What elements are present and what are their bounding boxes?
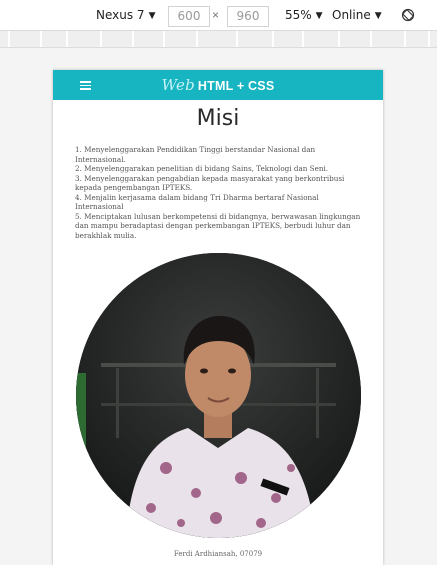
misi-list: 1. Menyelenggarakan Pendidikan Tinggi be… [75,145,365,240]
list-item: 1. Menyelenggarakan Pendidikan Tinggi be… [75,145,316,164]
chevron-down-icon: ▼ [315,11,323,21]
media-query-bar[interactable] [0,30,437,48]
zoom-value: 55% [285,8,312,22]
navbar: Web HTML + CSS [53,70,383,100]
profile-photo [76,253,361,538]
network-select[interactable]: Online ▼ [332,7,382,25]
network-value: Online [332,8,371,22]
zoom-select[interactable]: 55% ▼ [285,7,323,25]
list-item: 5. Menciptakan lulusan berkompetensi di … [75,211,361,240]
device-select[interactable]: Nexus 7 ▼ [96,7,155,25]
list-item: 2. Menyelenggarakan penelitian di bidang… [75,164,329,173]
times-icon: × [212,8,220,22]
list-item: 3. Menyelenggarakan pengabdian kepada ma… [75,173,345,193]
device-name: Nexus 7 [96,8,145,22]
width-input[interactable]: 600 [168,6,210,27]
height-input[interactable]: 960 [227,6,269,27]
brand-prefix: Web [161,76,195,94]
brand-logo[interactable]: Web HTML + CSS [53,76,383,94]
emulated-page: Web HTML + CSS Misi 1. Menyelenggarakan P… [53,70,383,565]
device-toolbar: Nexus 7 ▼ 600 × 960 55% ▼ Online ▼ [0,0,437,30]
chevron-down-icon: ▼ [148,11,156,21]
chevron-down-icon: ▼ [374,11,382,21]
photo-caption: Ferdi Ardhiansah, 07079 [173,550,263,558]
rotate-icon[interactable] [401,8,415,22]
page-title: Misi [196,106,240,131]
brand-text: HTML + CSS [197,79,275,93]
list-item: 4. Menjalin kerjasama dalam bidang Tri D… [75,192,319,212]
